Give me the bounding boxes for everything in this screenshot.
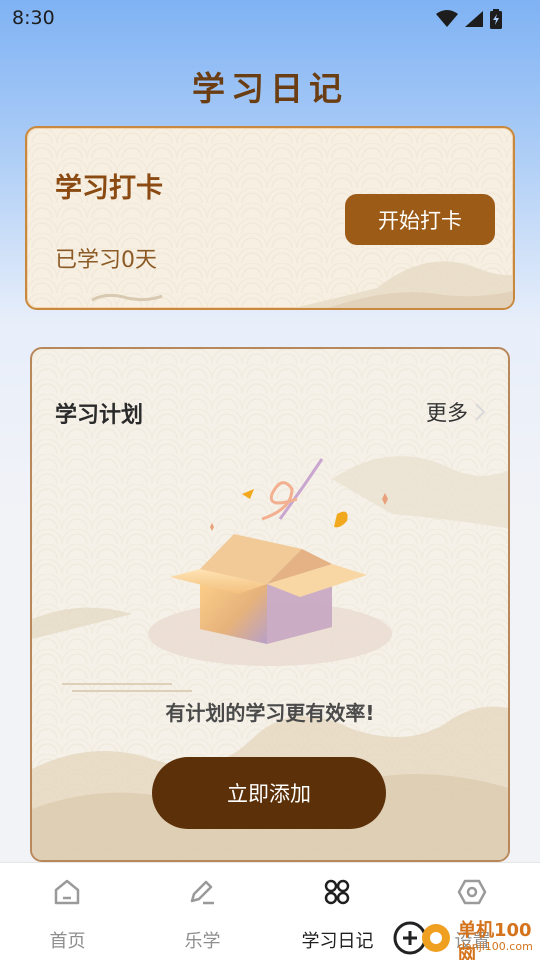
empty-plan-text: 有计划的学习更有效率! xyxy=(165,701,375,725)
start-checkin-button[interactable]: 开始打卡 xyxy=(345,194,495,245)
cloud-decoration xyxy=(91,293,163,302)
plan-card: 学习计划 更多 有计划的学习更有效率! 立即添加 xyxy=(30,347,510,862)
nav-label: 乐学 xyxy=(184,931,221,952)
watermark-url: danji100.com xyxy=(458,940,533,953)
empty-box-illustration xyxy=(148,458,392,666)
nav-item-lexue[interactable]: 乐学 xyxy=(135,863,270,960)
wifi-icon xyxy=(436,10,458,27)
nav-item-study-diary[interactable]: 学习日记 xyxy=(270,863,405,960)
battery-icon xyxy=(490,9,502,29)
plan-more-link[interactable]: 更多 xyxy=(426,397,486,427)
settings-icon xyxy=(457,879,487,905)
page-title: 学习日记 xyxy=(192,69,348,108)
chevron-right-icon xyxy=(475,403,486,421)
plan-title: 学习计划 xyxy=(55,403,144,428)
nav-label: 首页 xyxy=(49,931,86,952)
add-plan-button[interactable]: 立即添加 xyxy=(152,757,386,829)
grid-icon xyxy=(324,879,350,905)
watermark-logo: 单机100网 danji100.com xyxy=(392,914,540,960)
status-time: 8:30 xyxy=(12,7,55,29)
status-icons xyxy=(436,9,502,29)
plus-logo-icon xyxy=(393,921,450,955)
home-icon xyxy=(54,879,80,905)
status-bar: 8:30 xyxy=(0,0,540,38)
checkin-title: 学习打卡 xyxy=(55,173,163,204)
edit-icon xyxy=(190,880,214,905)
watermark-text: 单机100网 xyxy=(458,920,532,960)
more-label: 更多 xyxy=(426,401,468,425)
nav-item-home[interactable]: 首页 xyxy=(0,863,135,960)
checkin-days: 已学习0天 xyxy=(55,248,157,273)
nav-label: 学习日记 xyxy=(301,931,374,952)
signal-icon xyxy=(465,11,483,27)
checkin-card: 学习打卡 已学习0天 开始打卡 xyxy=(25,126,515,310)
